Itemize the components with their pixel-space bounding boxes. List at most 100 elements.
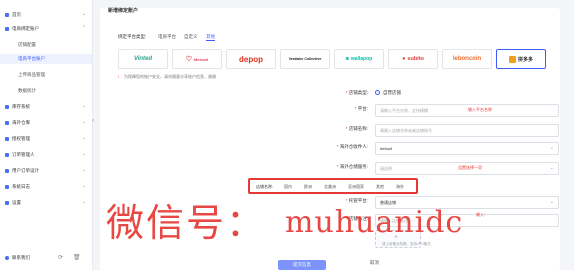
chevron-down-icon: ⌄	[82, 151, 87, 157]
warehouse-hint: 设置选择一项	[458, 165, 482, 170]
gear-icon	[5, 201, 9, 205]
sidebar-item-label: 授权管理	[12, 136, 30, 141]
sidebar-item-platform-accounts[interactable]: 电商平台账户	[0, 54, 92, 64]
submit-button[interactable]: 提交信息	[278, 260, 326, 270]
subito-logo-icon: ●	[402, 56, 406, 62]
shipping-option[interactable]: 欧洲	[304, 184, 312, 190]
sidebar-item-label: 系统日志	[12, 184, 30, 189]
chevron-up-icon: ⌃	[82, 25, 87, 31]
sidebar-item-ecommerce[interactable]: 电商绑定账户 ⌃	[0, 24, 92, 34]
platform-vinted[interactable]: Vinted	[118, 49, 168, 69]
platform-mercari[interactable]: ♡ Mercari	[172, 49, 222, 69]
sidebar-item-label: 电商绑定账户	[12, 26, 39, 31]
sidebar-item-label: 首页	[12, 12, 21, 17]
warehouse-placeholder: 请选择	[380, 166, 392, 171]
recipient-row: * 海外仓收件人: default ⌄	[240, 142, 560, 155]
refresh-icon[interactable]: ⟳	[58, 254, 63, 261]
store-name-input[interactable]: 请输入店铺名称或者店铺账号	[375, 124, 559, 137]
chevron-down-icon: ⌄	[82, 135, 87, 141]
store-name-placeholder: 请输入店铺名称或者店铺账号	[380, 128, 432, 133]
sidebar-item-settings[interactable]: 设置 ⌄	[0, 198, 92, 208]
store-name-label: * 店铺名称:	[345, 126, 368, 131]
recipient-select[interactable]: default ⌄	[375, 142, 559, 155]
store-name-row: * 店铺名称: 请输入店铺名称或者店铺账号	[240, 124, 560, 137]
shop-icon	[5, 27, 9, 31]
platform-placeholder: 请输入平台名称，支持模糊	[380, 108, 428, 113]
sidebar-item-label: 数据统计	[18, 88, 36, 93]
sidebar-item-warehouse[interactable]: 海外仓库 ⌄	[0, 118, 92, 128]
store-type-label: * 店铺类型:	[345, 90, 368, 95]
sidebar-item-statistics[interactable]: 数据统计	[0, 86, 92, 96]
sidebar-item-label: 库存系统	[12, 104, 30, 109]
lock-icon	[5, 137, 9, 141]
cancel-button[interactable]: 取消	[370, 260, 379, 266]
trash-icon[interactable]: 🗑	[73, 254, 81, 261]
store-type-radio[interactable]	[375, 90, 380, 95]
warehouse-icon	[5, 121, 9, 125]
shipping-option[interactable]: 国内	[284, 184, 292, 190]
warehouse-row: * 海外仓储服务: 请选择 ⌄ 设置选择一项	[240, 162, 560, 175]
sidebar-item-logs[interactable]: 系统日志 ⌄	[0, 182, 92, 192]
shipping-option[interactable]: 北美洲	[324, 184, 336, 190]
shipping-options-label: 店铺名称:	[256, 184, 274, 189]
chevron-down-icon: ⌄	[82, 167, 87, 173]
tab-other[interactable]: 其他	[206, 34, 215, 41]
sidebar-item-auth[interactable]: 授权管理 ⌄	[0, 134, 92, 144]
remark-hint: 输入：	[476, 212, 488, 217]
watermark-id: muhuanidc	[285, 205, 464, 240]
sidebar-item-home[interactable]: 首页 ⌄	[0, 10, 92, 20]
contact-link[interactable]: 联系我们	[12, 255, 30, 261]
chevron-down-icon: ⌄	[549, 145, 554, 151]
chevron-down-icon: ⌄	[82, 11, 87, 17]
warning-icon: !	[118, 74, 120, 79]
platform-depop[interactable]: depop	[226, 49, 276, 69]
sidebar-item-label: 店铺配置	[18, 42, 36, 47]
chevron-down-icon: ⌄	[82, 199, 87, 205]
chevron-down-icon: ⌄	[549, 165, 554, 171]
sidebar-item-label: 订单管理人	[12, 152, 35, 157]
chevron-down-icon: ⌄	[82, 119, 87, 125]
heart-icon: ♡	[185, 56, 193, 63]
sidebar-item-label: 设置	[12, 200, 21, 205]
platform-row: * 平台: 请输入平台名称，支持模糊 输入平台名称	[240, 104, 560, 117]
sidebar-item-user-orders[interactable]: 用户订单设计 ⌄	[0, 166, 92, 176]
page-title: 新增绑定账户	[108, 8, 139, 14]
store-type-row: * 店铺类型: 自营店铺	[240, 88, 560, 100]
contact-icon	[5, 256, 9, 260]
shipping-option[interactable]: 海外	[396, 184, 404, 190]
sidebar-item-label: 用户订单设计	[12, 168, 39, 173]
chevron-down-icon: ⌄	[82, 183, 87, 189]
wallapop-logo-icon: ◙	[345, 56, 349, 62]
pinduoduo-logo-icon	[508, 55, 516, 63]
store-type-value[interactable]: 自营店铺	[383, 90, 401, 96]
list-icon	[5, 153, 9, 157]
sidebar-item-inventory[interactable]: 库存系统 ⌄	[0, 102, 92, 112]
shipping-option[interactable]: 亚洲国家	[348, 184, 364, 190]
sidebar-item-label: 上传商品管理	[18, 72, 45, 77]
sidebar-item-store-config[interactable]: 店铺配置	[0, 40, 92, 50]
platform-wallapop[interactable]: ◙ wallapop	[334, 49, 384, 69]
platform-vestiaire[interactable]: Vestiaire Collective	[280, 49, 330, 69]
sidebar-item-label: 海外仓库	[12, 120, 30, 125]
warehouse-label: * 海外仓储服务:	[336, 164, 368, 169]
tab-ecommerce[interactable]: 电商平台	[158, 34, 176, 40]
box-icon	[5, 105, 9, 109]
upload-hint: 请上传营业执照，支持JPG格式	[382, 242, 431, 246]
platform-subito[interactable]: ● subito	[388, 49, 438, 69]
shipping-option[interactable]: 其他	[376, 184, 384, 190]
tab-custom[interactable]: 自定义	[184, 34, 198, 40]
sidebar: 首页 ⌄ 电商绑定账户 ⌃ 店铺配置 电商平台账户 上传商品管理 数据统计 库存…	[0, 0, 93, 270]
sidebar-footer: 联系我们 ⟳ 🗑	[0, 250, 92, 270]
sidebar-item-orders[interactable]: 订单管理人 ⌄	[0, 150, 92, 160]
hosting-label: * 托管平台:	[345, 198, 368, 203]
chevron-down-icon: ⌄	[82, 103, 87, 109]
platform-leboncoin[interactable]: leboncoin	[442, 49, 492, 69]
sidebar-item-label: 电商平台账户	[18, 56, 45, 61]
recipient-value: default	[380, 146, 393, 151]
sidebar-item-upload-products[interactable]: 上传商品管理	[0, 70, 92, 80]
platform-pinduoduo[interactable]: 拼多多	[496, 49, 546, 69]
platform-input[interactable]: 请输入平台名称，支持模糊	[375, 104, 559, 117]
platform-label: * 平台:	[354, 106, 368, 111]
collapse-sidebar-icon[interactable]: ‹	[92, 118, 98, 128]
home-icon	[5, 13, 9, 17]
